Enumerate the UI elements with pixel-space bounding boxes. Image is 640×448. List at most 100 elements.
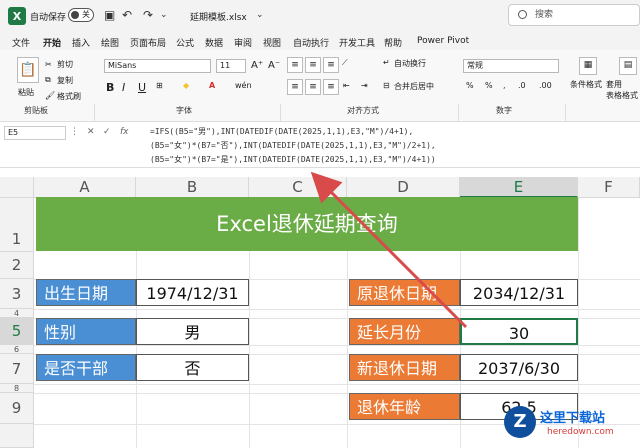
cadre-label[interactable]: 是否干部: [36, 354, 136, 381]
orientation-icon[interactable]: ⟋: [342, 58, 348, 68]
row-header-10[interactable]: [0, 424, 34, 448]
column-header-b[interactable]: B: [136, 177, 249, 198]
row-header-7[interactable]: 7: [0, 354, 34, 384]
original-retirement-value[interactable]: 2034/12/31: [460, 279, 578, 306]
retirement-age-label[interactable]: 退休年龄: [349, 393, 460, 420]
tab-review[interactable]: 审阅: [234, 36, 252, 49]
enter-icon[interactable]: ✓: [103, 127, 111, 137]
font-color-icon[interactable]: A: [209, 81, 215, 90]
merge-center-icon[interactable]: ⊟: [383, 81, 390, 90]
wrap-text-button[interactable]: 自动换行: [394, 58, 426, 69]
tab-draw[interactable]: 绘图: [101, 36, 119, 49]
percent-icon[interactable]: %: [485, 81, 493, 90]
align-middle-icon[interactable]: ≡: [305, 57, 321, 73]
autosave-toggle[interactable]: 关: [68, 8, 94, 22]
new-retirement-label[interactable]: 新退休日期: [349, 354, 460, 381]
copy-button[interactable]: 复制: [57, 75, 73, 86]
tab-automate[interactable]: 自动执行: [293, 36, 329, 49]
number-format-select[interactable]: 常规: [463, 59, 559, 73]
extension-months-value[interactable]: 30: [460, 318, 578, 345]
align-left-icon[interactable]: ≡: [287, 79, 303, 95]
row-header-8[interactable]: 8: [0, 384, 34, 393]
decrease-decimal-icon[interactable]: .00: [539, 81, 552, 90]
new-retirement-value[interactable]: 2037/6/30: [460, 354, 578, 381]
cancel-icon[interactable]: ✕: [87, 127, 95, 137]
row-header-1[interactable]: 1: [0, 198, 34, 252]
formula-line-3[interactable]: (B5="女")*(B7="是"),INT(DATEDIF(DATE(2025,…: [150, 154, 436, 165]
increase-decimal-icon[interactable]: .0: [518, 81, 526, 90]
column-header-f[interactable]: F: [578, 177, 640, 198]
increase-font-icon[interactable]: A⁺: [251, 60, 263, 71]
tab-insert[interactable]: 插入: [72, 36, 90, 49]
formula-line-1[interactable]: =IFS((B5="男"),INT(DATEDIF(DATE(2025,1,1)…: [150, 126, 413, 137]
tab-developer[interactable]: 开发工具: [339, 36, 375, 49]
save-icon[interactable]: ▣: [104, 8, 115, 22]
align-top-icon[interactable]: ≡: [287, 57, 303, 73]
file-dropdown-icon[interactable]: ⌄: [256, 10, 264, 20]
paste-button[interactable]: 粘贴: [18, 87, 34, 98]
tab-view[interactable]: 视图: [263, 36, 281, 49]
conditional-format-icon[interactable]: ▦: [579, 57, 597, 75]
formula-line-2[interactable]: (B5="女")*(B7="否"),INT(DATEDIF(DATE(2025,…: [150, 140, 436, 151]
row-header-2[interactable]: 2: [0, 252, 34, 279]
cadre-value[interactable]: 否: [136, 354, 249, 381]
merge-center-button[interactable]: 合并后居中: [394, 81, 434, 92]
cut-icon[interactable]: ✂: [45, 60, 52, 69]
decrease-indent-icon[interactable]: ⇤: [343, 81, 350, 90]
quick-access-dropdown-icon[interactable]: ⌄: [160, 10, 168, 20]
insert-function-button[interactable]: fx: [120, 127, 129, 137]
italic-button[interactable]: I: [122, 81, 125, 94]
cut-button[interactable]: 剪切: [57, 59, 73, 70]
tab-formulas[interactable]: 公式: [176, 36, 194, 49]
borders-icon[interactable]: ⊞: [156, 81, 163, 90]
column-header-c[interactable]: C: [249, 177, 347, 198]
table-format-icon[interactable]: ▤: [619, 57, 637, 75]
table-format-button[interactable]: 套用 表格格式: [606, 79, 638, 101]
decrease-font-icon[interactable]: A⁻: [268, 60, 280, 71]
row-header-9[interactable]: 9: [0, 393, 34, 424]
tab-page-layout[interactable]: 页面布局: [130, 36, 166, 49]
row-header-3[interactable]: 3: [0, 279, 34, 309]
align-center-icon[interactable]: ≡: [305, 79, 321, 95]
tab-help[interactable]: 帮助: [384, 36, 402, 49]
gender-value[interactable]: 男: [136, 318, 249, 345]
format-painter-icon[interactable]: 🖌: [45, 91, 55, 100]
copy-icon[interactable]: ⧉: [45, 75, 51, 85]
increase-indent-icon[interactable]: ⇥: [361, 81, 368, 90]
comma-icon[interactable]: ,: [503, 81, 506, 90]
align-bottom-icon[interactable]: ≡: [323, 57, 339, 73]
birth-date-label[interactable]: 出生日期: [36, 279, 136, 306]
bold-button[interactable]: B: [106, 81, 114, 94]
tab-power-pivot[interactable]: Power Pivot: [417, 36, 469, 46]
font-name-select[interactable]: MiSans: [104, 59, 211, 73]
wrap-text-icon[interactable]: ↵: [383, 58, 390, 67]
row-header-5[interactable]: 5: [0, 318, 34, 345]
tab-data[interactable]: 数据: [205, 36, 223, 49]
row-header-4[interactable]: 4: [0, 309, 34, 318]
column-header-e[interactable]: E: [460, 177, 578, 198]
birth-date-value[interactable]: 1974/12/31: [136, 279, 249, 306]
phonetic-icon[interactable]: wén: [235, 81, 252, 90]
tab-file[interactable]: 文件: [12, 36, 30, 49]
paste-icon[interactable]: 📋: [17, 57, 39, 83]
original-retirement-label[interactable]: 原退休日期: [349, 279, 460, 306]
row-header-6[interactable]: 6: [0, 345, 34, 354]
extension-months-label[interactable]: 延长月份: [349, 318, 460, 345]
sheet-title[interactable]: Excel退休延期查询: [36, 197, 578, 251]
column-header-a[interactable]: A: [34, 177, 136, 198]
more-options-icon[interactable]: ⋮: [70, 127, 79, 137]
align-right-icon[interactable]: ≡: [323, 79, 339, 95]
search-box[interactable]: 搜索: [508, 4, 640, 26]
format-painter-button[interactable]: 格式刷: [57, 91, 81, 102]
currency-icon[interactable]: %: [466, 81, 474, 90]
font-size-select[interactable]: 11: [216, 59, 246, 73]
column-header-d[interactable]: D: [347, 177, 460, 198]
select-all-corner[interactable]: [0, 177, 34, 198]
redo-icon[interactable]: ↷: [143, 8, 153, 22]
gender-label[interactable]: 性别: [36, 318, 136, 345]
fill-color-icon[interactable]: ◆: [183, 81, 189, 90]
name-box[interactable]: E5: [4, 126, 66, 140]
conditional-format-button[interactable]: 条件格式: [570, 79, 602, 90]
undo-icon[interactable]: ↶: [122, 8, 132, 22]
underline-button[interactable]: U: [138, 81, 146, 94]
